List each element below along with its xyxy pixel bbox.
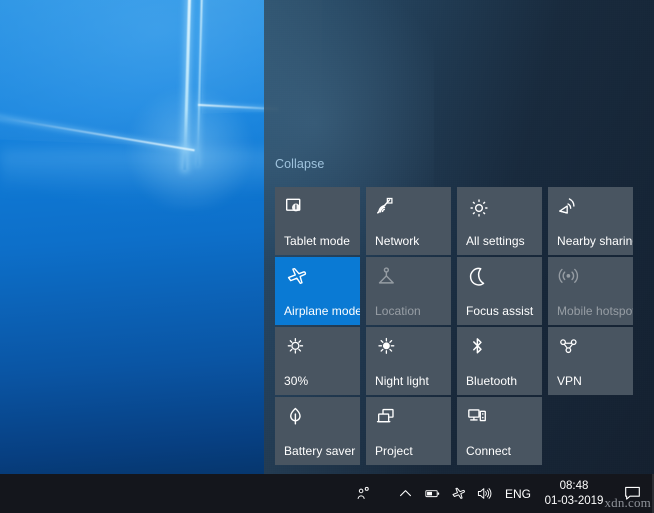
night-light-icon bbox=[375, 335, 401, 361]
clock-time: 08:48 bbox=[559, 479, 589, 492]
tile-label: Tablet mode bbox=[284, 234, 350, 248]
tile-label: Bluetooth bbox=[466, 374, 518, 388]
tile-label: 30% bbox=[284, 374, 309, 388]
collapse-row: Collapse bbox=[275, 155, 324, 175]
tile-label: Network bbox=[375, 234, 420, 248]
quick-action-tile-project[interactable]: Project bbox=[366, 397, 451, 465]
tile-label: Airplane mode bbox=[284, 304, 360, 318]
quick-action-tile-bluetooth[interactable]: Bluetooth bbox=[457, 327, 542, 395]
quick-action-tile-airplane-mode[interactable]: Airplane mode bbox=[275, 257, 360, 325]
tile-label: Nearby sharing bbox=[557, 234, 633, 248]
project-screens-icon bbox=[375, 405, 401, 431]
quick-action-tile-battery-saver[interactable]: Battery saver bbox=[275, 397, 360, 465]
tray-people-button[interactable] bbox=[346, 474, 380, 513]
notifications-area bbox=[264, 0, 654, 152]
tile-label: Mobile hotspot bbox=[557, 304, 633, 318]
wallpaper-light-bloom bbox=[120, 90, 260, 210]
tile-label: Connect bbox=[466, 444, 512, 458]
quick-action-tile-brightness[interactable]: 30% bbox=[275, 327, 360, 395]
bluetooth-icon bbox=[466, 335, 492, 361]
settings-gear-icon bbox=[466, 195, 492, 221]
quick-action-tile-focus-assist[interactable]: Focus assist bbox=[457, 257, 542, 325]
quick-action-tile-connect[interactable]: Connect bbox=[457, 397, 542, 465]
tray-clock[interactable]: 08:48 01-03-2019 bbox=[538, 474, 610, 513]
quick-action-tile-mobile-hotspot[interactable]: Mobile hotspot bbox=[548, 257, 633, 325]
tray-action-center-button[interactable] bbox=[610, 474, 654, 513]
people-icon bbox=[355, 485, 372, 502]
tile-label: VPN bbox=[557, 374, 582, 388]
tray-volume-button[interactable] bbox=[471, 474, 498, 513]
quick-action-tile-location[interactable]: Location bbox=[366, 257, 451, 325]
tray-language-indicator[interactable]: ENG bbox=[498, 474, 538, 513]
quick-action-tile-nearby-sharing[interactable]: Nearby sharing bbox=[548, 187, 633, 255]
battery-icon bbox=[424, 485, 441, 502]
tray-show-hidden-icons-button[interactable] bbox=[392, 474, 418, 513]
airplane-icon bbox=[450, 485, 467, 502]
moon-icon bbox=[466, 265, 492, 291]
clock-date: 01-03-2019 bbox=[544, 494, 604, 507]
chevron-up-icon bbox=[397, 485, 414, 502]
airplane-icon bbox=[284, 265, 310, 291]
tray-battery-button[interactable] bbox=[418, 474, 446, 513]
system-tray: ENG 08:48 01-03-2019 bbox=[346, 474, 654, 513]
action-center-panel: Collapse Tablet mode Network All setting… bbox=[264, 0, 654, 474]
volume-icon bbox=[476, 485, 493, 502]
nearby-sharing-icon bbox=[557, 195, 583, 221]
taskbar: ENG 08:48 01-03-2019 xdn.com bbox=[0, 474, 654, 513]
tile-label: Location bbox=[375, 304, 421, 318]
quick-action-tile-tablet-mode[interactable]: Tablet mode bbox=[275, 187, 360, 255]
quick-action-tile-empty-slot bbox=[548, 397, 633, 465]
tablet-mode-icon bbox=[284, 195, 310, 221]
tile-label: Night light bbox=[375, 374, 429, 388]
leaf-icon bbox=[284, 405, 310, 431]
tile-label: Focus assist bbox=[466, 304, 534, 318]
tile-label: Battery saver bbox=[284, 444, 356, 458]
tile-label: All settings bbox=[466, 234, 525, 248]
connect-device-icon bbox=[466, 405, 492, 431]
network-wifi-icon bbox=[375, 195, 401, 221]
quick-action-tile-network[interactable]: Network bbox=[366, 187, 451, 255]
vpn-icon bbox=[557, 335, 583, 361]
quick-actions-grid: Tablet mode Network All settings Nearby … bbox=[275, 187, 639, 465]
screen: Collapse Tablet mode Network All setting… bbox=[0, 0, 654, 513]
quick-action-tile-all-settings[interactable]: All settings bbox=[457, 187, 542, 255]
collapse-button[interactable]: Collapse bbox=[275, 157, 324, 171]
hotspot-icon bbox=[557, 265, 583, 291]
action-center-icon bbox=[623, 484, 642, 503]
quick-action-tile-vpn[interactable]: VPN bbox=[548, 327, 633, 395]
tile-label: Project bbox=[375, 444, 413, 458]
tray-airplane-mode-button[interactable] bbox=[446, 474, 471, 513]
brightness-icon bbox=[284, 335, 310, 361]
location-icon bbox=[375, 265, 401, 291]
quick-action-tile-night-light[interactable]: Night light bbox=[366, 327, 451, 395]
